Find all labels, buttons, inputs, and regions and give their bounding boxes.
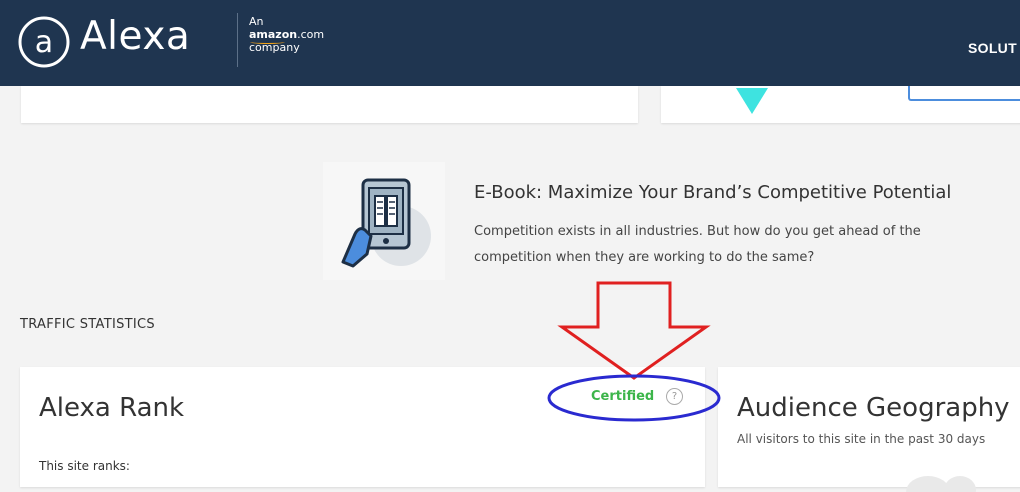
ebook-promo-image[interactable] xyxy=(323,162,445,280)
header-divider xyxy=(237,13,238,67)
traffic-statistics-heading: TRAFFIC STATISTICS xyxy=(20,317,155,332)
top-right-outline-box[interactable] xyxy=(908,86,1020,101)
site-header: a Alexa An amazon.com company SOLUT xyxy=(0,0,1020,86)
map-shape xyxy=(906,476,976,492)
top-right-card xyxy=(661,86,1020,123)
audience-geography-title: Audience Geography xyxy=(737,393,1010,423)
brand-name[interactable]: Alexa xyxy=(80,14,190,59)
alexa-rank-card: Alexa Rank Certified ? This site ranks: xyxy=(20,367,705,487)
alexa-logo-icon[interactable]: a xyxy=(18,16,70,68)
site-ranks-label: This site ranks: xyxy=(39,459,130,473)
top-left-card xyxy=(21,86,638,123)
certified-badge[interactable]: Certified xyxy=(591,389,654,404)
audience-geography-card: Audience Geography All visitors to this … xyxy=(718,367,1020,492)
audience-geography-subtitle: All visitors to this site in the past 30… xyxy=(737,432,986,446)
amazon-tag-line1: An xyxy=(249,15,264,28)
svg-text:a: a xyxy=(35,25,53,60)
alexa-rank-title: Alexa Rank xyxy=(39,393,185,423)
amazon-company-tag: An amazon.com company xyxy=(249,15,324,54)
amazon-wordmark: amazon xyxy=(249,28,298,44)
map-pin-icon xyxy=(736,88,768,114)
amazon-com: .com xyxy=(297,28,325,41)
question-circle-icon[interactable]: ? xyxy=(666,388,683,405)
ebook-promo-description: Competition exists in all industries. Bu… xyxy=(474,224,921,265)
nav-item-solutions[interactable]: SOLUT xyxy=(968,40,1017,56)
tablet-book-icon xyxy=(341,178,431,268)
ebook-promo-title[interactable]: E-Book: Maximize Your Brand’s Competitiv… xyxy=(474,182,951,203)
red-arrow-annotation xyxy=(557,281,711,380)
